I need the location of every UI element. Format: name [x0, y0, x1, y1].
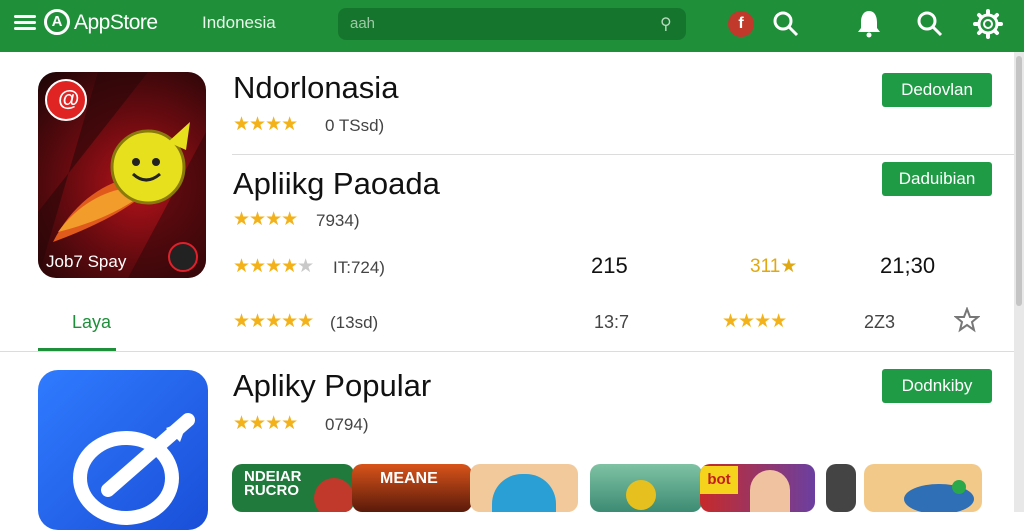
- stat-value: 13:7: [594, 312, 630, 332]
- rating-count: 0794): [325, 415, 369, 434]
- region-selector[interactable]: Indonesia: [202, 13, 276, 33]
- app-title[interactable]: Apliikg Paoada: [233, 166, 440, 202]
- app-icon-game[interactable]: @ Job7 Spay: [38, 72, 206, 278]
- thumbnail-art: [314, 478, 354, 512]
- app-icon-badge: @: [58, 86, 80, 111]
- stat-rating: 311★: [750, 256, 798, 277]
- star-rating: ★★★★★: [233, 256, 314, 277]
- star-rating: ★★★★★: [233, 311, 314, 332]
- thumbnail[interactable]: [826, 464, 856, 512]
- rating-count: 7934): [316, 211, 360, 230]
- logo-icon: A: [44, 9, 70, 35]
- app-icon-popular[interactable]: [38, 370, 208, 530]
- divider: [232, 154, 1014, 155]
- search-input[interactable]: aah ⚲: [338, 8, 686, 40]
- download-button[interactable]: Daduibian: [882, 162, 992, 196]
- search-icon[interactable]: [772, 10, 800, 38]
- tab-laya[interactable]: Laya: [72, 312, 111, 333]
- thumbnail-art: [750, 470, 790, 512]
- thumbnail-art: [626, 480, 656, 510]
- thumbnail[interactable]: [470, 464, 578, 512]
- star-rating: ★★★★: [233, 209, 298, 230]
- section-divider: [0, 351, 1014, 352]
- star-rating: ★★★★: [233, 114, 298, 135]
- thumbnail[interactable]: MEANE: [352, 464, 472, 512]
- thumbnail[interactable]: [864, 464, 982, 512]
- rating-count: IT:724): [333, 258, 385, 277]
- search-field-icon: ⚲: [660, 16, 672, 33]
- star-icon[interactable]: [954, 307, 980, 333]
- thumbnail-text: MEANE: [380, 470, 438, 487]
- search-icon-secondary[interactable]: [916, 10, 944, 38]
- bell-icon[interactable]: [855, 8, 883, 38]
- star-rating: ★★★★: [722, 311, 787, 332]
- stat-value: 2Z3: [864, 312, 896, 332]
- app-title[interactable]: Apliky Popular: [233, 368, 431, 404]
- stat-value: 215: [591, 253, 628, 278]
- thumbnail-text: NDEIAR RUCRO: [244, 468, 302, 499]
- flag-icon[interactable]: f: [728, 11, 754, 37]
- rating-count: 0 TSsd): [325, 116, 385, 135]
- thumbnail-art: [492, 474, 556, 512]
- menu-icon[interactable]: [14, 12, 36, 33]
- app-logo-text: AppStore: [74, 11, 158, 34]
- star-rating: ★★★★: [233, 413, 298, 434]
- rating-count: (13sd): [330, 313, 379, 332]
- thumbnail[interactable]: [590, 464, 702, 512]
- thumbnail-text: bot: [700, 466, 738, 494]
- download-button[interactable]: Dedovlan: [882, 73, 992, 107]
- search-placeholder: aah: [350, 15, 376, 32]
- stat-value: 21;30: [880, 253, 936, 278]
- gear-icon[interactable]: [972, 8, 1004, 40]
- thumbnail[interactable]: bot: [700, 464, 815, 512]
- thumbnail[interactable]: NDEIAR RUCRO: [232, 464, 354, 512]
- thumbnail-art: [952, 480, 966, 494]
- app-icon-caption: Job7 Spay: [46, 252, 127, 271]
- app-title[interactable]: Ndorlonasia: [233, 70, 398, 106]
- download-button[interactable]: Dodnkiby: [882, 369, 992, 403]
- scrollbar-thumb[interactable]: [1016, 56, 1022, 306]
